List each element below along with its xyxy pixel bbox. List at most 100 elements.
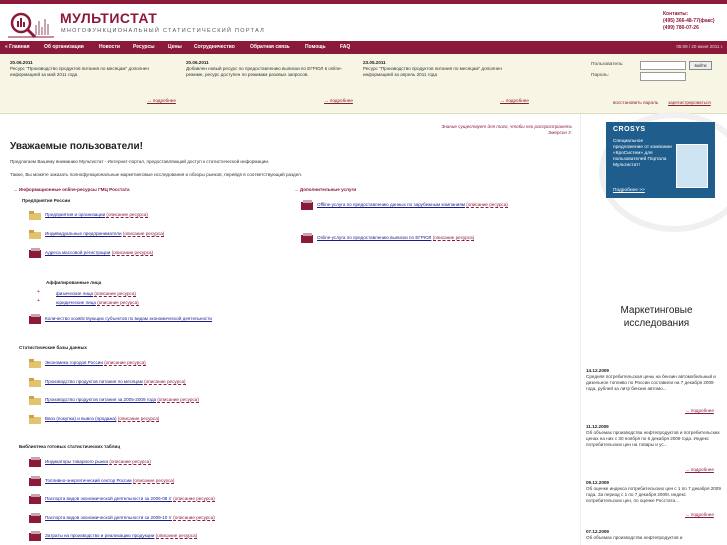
database-icon bbox=[301, 200, 313, 210]
main-nav: « Главная Об организации Новости Ресурсы… bbox=[0, 41, 727, 54]
resource-description-link[interactable]: (описание ресурса) bbox=[97, 300, 139, 306]
folder-icon bbox=[29, 359, 41, 368]
resource-link[interactable]: Топливно-энергетический сектор России bbox=[45, 478, 132, 483]
username-input[interactable] bbox=[640, 61, 686, 70]
quote-author: Эмерсон У. bbox=[547, 130, 572, 135]
side-news-text: Об объемах производства нефтепродуктов и… bbox=[586, 430, 720, 447]
main-content: Знание существует для того, чтобы его ра… bbox=[0, 114, 590, 545]
resource-description-link[interactable]: (описание ресурса) bbox=[157, 397, 199, 403]
resource-link[interactable]: Индивидуальные предприниматели bbox=[45, 231, 122, 236]
subsection-registers: Предприятия России bbox=[22, 198, 71, 203]
database-icon bbox=[29, 457, 41, 467]
resource-link[interactable]: Адреса массовой регистрации bbox=[45, 250, 110, 255]
news-item: 20.06.2011 Ресурс "Производство продукто… bbox=[10, 60, 178, 78]
nav-news[interactable]: Новости bbox=[99, 44, 120, 50]
news-item: 23.05.2011 Ресурс "Производство продукто… bbox=[363, 60, 531, 78]
nav-resources[interactable]: Ресурсы bbox=[133, 44, 155, 50]
resource-description-link[interactable]: (описание ресурса) bbox=[466, 202, 508, 208]
sidebar: CROSYS Специальное предложение от компан… bbox=[580, 112, 727, 545]
resource-link[interactable]: Online-услуга по предоставлению выписки … bbox=[317, 235, 431, 240]
resource-link[interactable]: Экономика городов России bbox=[45, 360, 103, 365]
marketing-research-banner[interactable]: Маркетинговые исследования bbox=[589, 304, 724, 330]
resource-link[interactable]: Предприятия и организации bbox=[45, 212, 105, 217]
resource-link[interactable]: Количество хозяйствующих субъектов по ви… bbox=[45, 316, 212, 321]
nav-feedback[interactable]: Обратная связь bbox=[250, 44, 290, 50]
news-more-link[interactable]: → подробнее bbox=[324, 98, 353, 103]
resource-link[interactable]: Индикаторы товарного рынка bbox=[45, 459, 108, 464]
intro-text: Предлагаем Вашему вниманию Мультистат - … bbox=[10, 159, 270, 164]
magnifier-chart-logo-icon[interactable] bbox=[8, 11, 54, 39]
register-link[interactable]: зарегистрироваться bbox=[668, 100, 711, 105]
resource-description-link[interactable]: (описание ресурса) bbox=[94, 291, 136, 297]
banner-more-link[interactable]: Подробнее >> bbox=[613, 188, 645, 193]
database-icon bbox=[29, 494, 41, 504]
intro-text: Также, Вы можете заказать полнофункциона… bbox=[10, 172, 303, 177]
resource-description-link[interactable]: (описание ресурса) bbox=[109, 459, 151, 465]
resource-link[interactable]: Паспорта видов экономической деятельност… bbox=[45, 496, 172, 501]
resource-description-link[interactable]: (описание ресурса) bbox=[144, 379, 186, 385]
resource-link[interactable]: Затраты на производство и реализацию про… bbox=[45, 533, 154, 538]
phone: (499) 780-07-26 bbox=[663, 25, 699, 31]
resource-description-link[interactable]: (описание ресурса) bbox=[132, 478, 175, 484]
resource-description-link[interactable]: (описание ресурса) bbox=[117, 416, 160, 422]
user-label: Пользователь: bbox=[591, 62, 624, 67]
nav-faq[interactable]: FAQ bbox=[340, 44, 350, 50]
nav-home[interactable]: « Главная bbox=[5, 44, 30, 50]
current-date: 05:09 / 20 июня 2011 г. bbox=[676, 44, 723, 49]
resource-description-link[interactable]: (описание ресурса) bbox=[432, 235, 475, 241]
side-news-item: 09.12.2009 Об оценке индекса потребитель… bbox=[586, 480, 721, 504]
contacts-block: Контакты: (495) 366-48-77(факс) (499) 78… bbox=[663, 11, 715, 32]
side-news-item: 11.12.2009 Об объемах производства нефте… bbox=[586, 424, 721, 448]
section-extra-services: → Дополнительные услуги bbox=[294, 187, 357, 192]
side-news-text: Средняя потребительская цены на бензин а… bbox=[586, 374, 716, 391]
resource-description-link[interactable]: (описание ресурса) bbox=[106, 212, 148, 218]
news-text: Ресурс "Производство продуктов питания п… bbox=[363, 66, 502, 77]
side-news-item: 07.12.2009 Об объемах производства нефте… bbox=[586, 529, 721, 541]
news-strip: 20.06.2011 Ресурс "Производство продукто… bbox=[0, 54, 727, 114]
software-box-image bbox=[676, 144, 708, 188]
resource-link[interactable]: физические лица bbox=[56, 291, 93, 296]
news-text: Ресурс "Производство продуктов питания п… bbox=[10, 66, 149, 77]
news-more-link[interactable]: → подробнее bbox=[500, 98, 529, 103]
database-icon bbox=[29, 513, 41, 523]
nav-help[interactable]: Помощь bbox=[305, 44, 326, 50]
restore-password-link[interactable]: восстановить пароль bbox=[613, 100, 658, 105]
resource-link[interactable]: Ввоз (покупка) и вывоз (продажа) bbox=[45, 416, 117, 421]
side-news-text: Об оценке индекса потребительских цен с … bbox=[586, 486, 721, 503]
folder-icon bbox=[29, 415, 41, 424]
resource-link[interactable]: Offline-услуга по предоставлению данных … bbox=[317, 202, 465, 207]
resource-description-link[interactable]: (описание ресурса) bbox=[173, 496, 215, 502]
resource-description-link[interactable]: (описание ресурса) bbox=[122, 231, 165, 237]
site-title[interactable]: МУЛЬТИСТАТ bbox=[60, 10, 157, 26]
side-news-more-link[interactable]: → подробнее bbox=[685, 512, 714, 517]
crosys-banner[interactable]: CROSYS Специальное предложение от компан… bbox=[606, 122, 715, 198]
resource-link[interactable]: Паспорта видов экономической деятельност… bbox=[45, 515, 172, 520]
phone-fax: (495) 366-48-77(факс) bbox=[663, 18, 715, 24]
section-online-resources: → Информационные online-ресурсы ГМЦ Росс… bbox=[13, 187, 130, 192]
resource-description-link[interactable]: (описание ресурса) bbox=[155, 533, 198, 539]
resource-link[interactable]: Производство продуктов питания по месяца… bbox=[45, 379, 143, 384]
resource-description-link[interactable]: (описание ресурса) bbox=[111, 250, 154, 256]
news-more-link[interactable]: → подробнее bbox=[147, 98, 176, 103]
database-icon bbox=[29, 248, 41, 258]
login-button[interactable]: войти bbox=[689, 61, 712, 70]
resource-description-link[interactable]: (описание ресурса) bbox=[173, 515, 215, 521]
side-news-item: 14.12.2009 Средняя потребительская цены … bbox=[586, 368, 721, 392]
quote: Знание существует для того, чтобы его ра… bbox=[420, 124, 572, 136]
banner-brand: CROSYS bbox=[613, 126, 646, 133]
side-news-text: Об объемах производства нефтепродуктов и bbox=[586, 535, 683, 540]
folder-icon bbox=[29, 396, 41, 405]
subsection-affiliated: Аффилированные лица bbox=[46, 280, 102, 285]
resource-link[interactable]: юридические лица bbox=[56, 300, 96, 305]
resource-description-link[interactable]: (описание ресурса) bbox=[104, 360, 146, 366]
nav-cooperation[interactable]: Сотрудничество bbox=[194, 44, 235, 50]
resource-link[interactable]: Производство продуктов питания за 2005-2… bbox=[45, 397, 156, 402]
bullet-icon: + bbox=[37, 298, 40, 304]
nav-prices[interactable]: Цены bbox=[168, 44, 182, 50]
password-input[interactable] bbox=[640, 72, 686, 81]
nav-about[interactable]: Об организации bbox=[44, 44, 84, 50]
site-header: МУЛЬТИСТАТ МНОГОФУНКЦИОНАЛЬНЫЙ СТАТИСТИЧ… bbox=[0, 4, 727, 41]
folder-icon bbox=[29, 230, 41, 239]
side-news-more-link[interactable]: → подробнее bbox=[685, 408, 714, 413]
side-news-more-link[interactable]: → подробнее bbox=[685, 467, 714, 472]
